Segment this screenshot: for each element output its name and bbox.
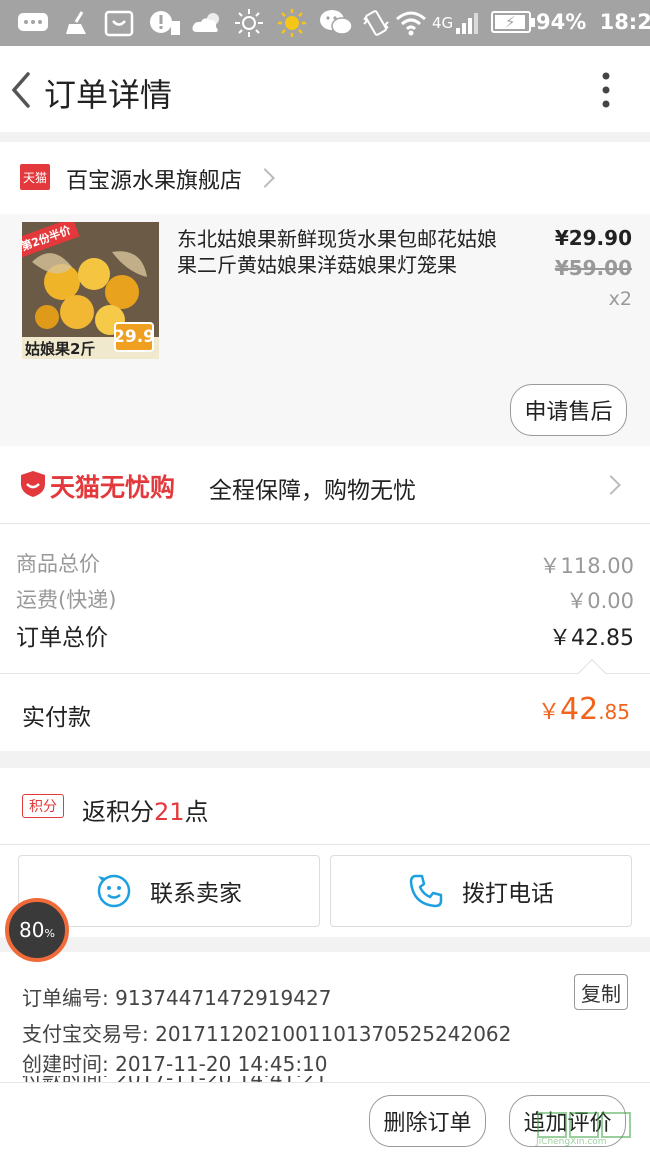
cloud-icon — [190, 8, 224, 38]
created-time: 创建时间: 2017-11-20 14:45:10 — [22, 1052, 328, 1076]
order-total-value: ￥42.85 — [549, 626, 634, 651]
shipping-value: ￥0.00 — [566, 589, 634, 613]
product-title: 东北姑娘果新鲜现货水果包邮花姑娘果二斤黄姑娘果洋菇娘果灯笼果 — [177, 227, 497, 277]
product-item[interactable]: 第2份半价 姑娘果2斤 29.9 东北姑娘果新鲜现货水果包邮花姑娘果二斤黄姑娘果… — [0, 214, 650, 446]
paid-label: 实付款 — [22, 705, 91, 731]
chat-bubble-icon — [97, 874, 131, 908]
widget-value: 80 — [19, 918, 45, 942]
call-label: 拨打电话 — [462, 881, 554, 907]
order-info: 订单编号: 91374471472919427 复制 支付宝交易号: 20171… — [0, 952, 650, 1084]
order-number: 订单编号: 91374471472919427 — [22, 986, 332, 1010]
broom-icon — [62, 8, 92, 38]
points-prefix: 返积分 — [82, 798, 154, 826]
contact-seller-label: 联系卖家 — [150, 881, 242, 907]
memory-boost-widget[interactable]: 80% — [5, 898, 69, 962]
signal-icon: 4G — [432, 8, 484, 38]
shipping-label: 运费(快递) — [16, 588, 117, 612]
shop-name: 百宝源水果旗舰店 — [66, 169, 243, 194]
points-number: 21 — [154, 798, 185, 826]
original-price: ¥59.00 — [554, 256, 632, 280]
add-review-button[interactable]: 追加评价 — [509, 1095, 626, 1147]
bottom-action-bar: 删除订单 追加评价 JiChengXin.com — [0, 1082, 650, 1155]
thumb-caption: 姑娘果2斤 — [25, 340, 96, 358]
call-button[interactable]: 拨打电话 — [330, 855, 632, 927]
charging-bolt-icon: ⚡ — [505, 13, 516, 31]
points-text: 返积分21点 — [82, 792, 209, 827]
guarantee-logo: 天猫无忧购 — [50, 473, 176, 502]
copy-button[interactable]: 复制 — [574, 974, 628, 1010]
app-bar: 订单详情 — [0, 46, 650, 132]
phone-icon — [409, 874, 443, 908]
vibrate-icon — [360, 8, 392, 38]
chevron-right-icon — [601, 475, 621, 495]
points-row: 积分 返积分21点 — [0, 768, 650, 844]
sun-outline-icon — [233, 8, 265, 38]
points-badge: 积分 — [22, 794, 64, 818]
guarantee-row[interactable]: 天猫无忧购 全程保障，购物无忧 — [0, 446, 650, 524]
chevron-left-icon — [11, 72, 30, 108]
page-title: 订单详情 — [44, 76, 173, 114]
product-thumbnail[interactable]: 第2份半价 姑娘果2斤 29.9 — [22, 222, 159, 359]
after-sale-button[interactable]: 申请售后 — [510, 384, 627, 436]
delete-order-button[interactable]: 删除订单 — [369, 1095, 486, 1147]
sun-icon — [276, 8, 308, 38]
wifi-icon — [394, 8, 428, 38]
chevron-right-icon — [255, 168, 275, 188]
paid-int: 42 — [560, 692, 599, 727]
message-icon — [16, 8, 50, 38]
clock: 18:26 — [599, 10, 650, 34]
more-vertical-icon — [602, 72, 610, 108]
network-type-label: 4G — [432, 14, 454, 32]
back-button[interactable] — [6, 68, 42, 112]
paid-dec: .85 — [598, 700, 630, 724]
tmall-badge-icon: 天猫 — [20, 164, 50, 190]
battery-percent: 94% — [536, 10, 587, 34]
more-button[interactable] — [590, 68, 622, 112]
quantity: x2 — [608, 288, 632, 310]
paid-symbol: ￥ — [537, 700, 560, 725]
goods-total-value: ￥118.00 — [539, 554, 634, 578]
status-bar: 4G ⚡ 94% 18:26 — [0, 0, 650, 46]
goods-total-label: 商品总价 — [16, 552, 100, 576]
paid-row: 实付款 ￥42.85 — [0, 674, 650, 751]
order-total-label: 订单总价 — [16, 625, 108, 651]
alert-icon — [148, 8, 182, 38]
product-price: ¥29.90 — [554, 226, 632, 250]
paid-amount: ￥42.85 — [538, 692, 630, 727]
alipay-number: 支付宝交易号: 2017112021001101370525242062 — [22, 1022, 512, 1046]
widget-unit: % — [44, 926, 55, 940]
shield-icon — [21, 471, 45, 497]
points-suffix: 点 — [184, 798, 209, 826]
shop-row[interactable]: 天猫 百宝源水果旗舰店 — [0, 142, 650, 214]
wechat-icon — [319, 8, 353, 38]
battery-icon: ⚡ — [491, 11, 535, 33]
price-summary: 商品总价 ￥118.00 运费(快递) ￥0.00 订单总价 ￥42.85 — [0, 524, 650, 674]
thumb-price-tag: 29.9 — [113, 322, 155, 352]
shop-bag-icon — [103, 8, 135, 38]
guarantee-tagline: 全程保障，购物无忧 — [209, 478, 416, 504]
